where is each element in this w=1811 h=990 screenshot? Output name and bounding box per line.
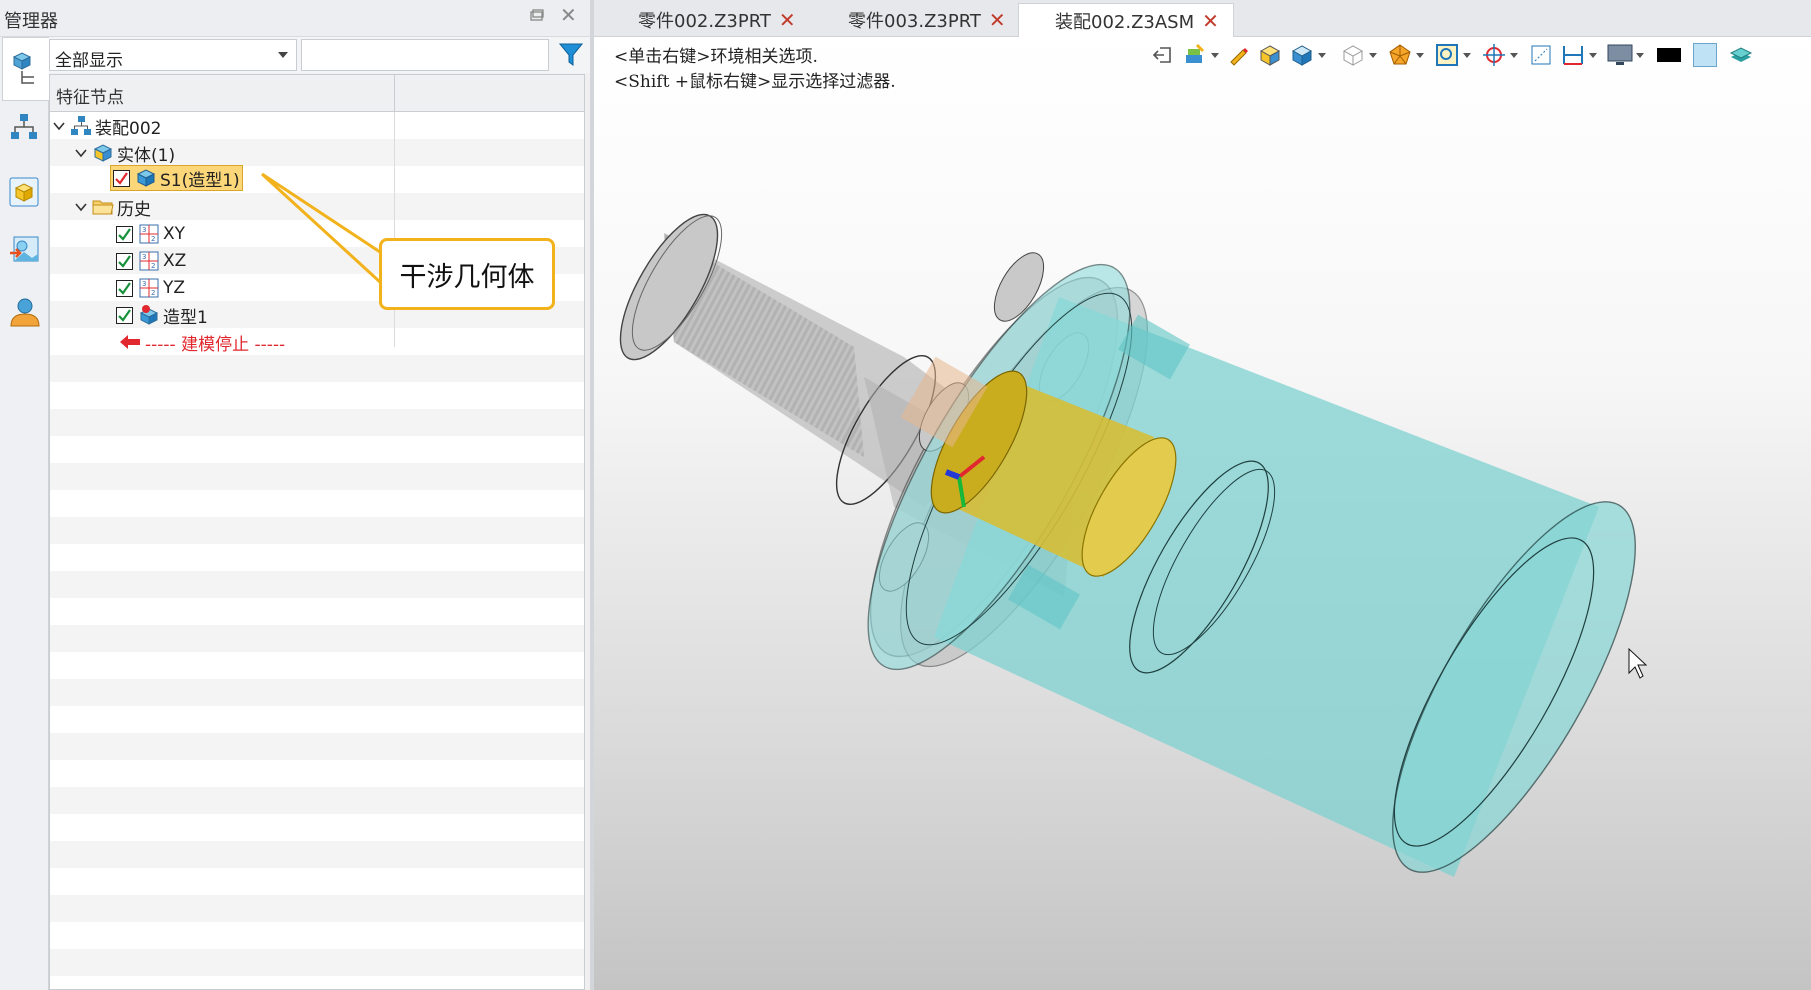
close-icon[interactable]: ✕ (989, 10, 1006, 30)
zoom-fit-button[interactable] (1434, 42, 1460, 68)
close-icon[interactable]: ✕ (779, 10, 796, 30)
tree-node-modeling-stop[interactable]: ----- 建模停止 ----- (116, 330, 286, 355)
view-cube-button[interactable] (1289, 42, 1315, 68)
assembly-3d-scene[interactable] (594, 37, 1811, 990)
tab-label: 零件003.Z3PRT (848, 11, 981, 32)
pick-target-button[interactable] (1481, 42, 1507, 68)
blue-cube-icon (1291, 45, 1313, 66)
layers-button[interactable] (1728, 42, 1754, 68)
black-swatch-icon (1657, 48, 1681, 62)
mouse-cursor-icon (1628, 647, 1648, 679)
layers-icon (1729, 47, 1753, 62)
tab-label: 零件002.Z3PRT (638, 11, 771, 32)
pencil-button[interactable] (1225, 42, 1251, 68)
pencil-icon (1230, 48, 1248, 66)
chevron-down-icon[interactable] (1416, 52, 1424, 58)
wireframe-cube-icon (1342, 45, 1364, 66)
modeling-stop-label: ----- 建模停止 ----- (145, 334, 286, 355)
layer-paint-icon (1186, 43, 1205, 63)
tab-label: 装配002.Z3ASM (1055, 12, 1195, 33)
callout-text: 干涉几何体 (399, 261, 535, 293)
document-tabbar: 零件002.Z3PRT ✕ 零件003.Z3PRT ✕ 装配002.Z3ASM … (594, 0, 1811, 38)
background-blue-button[interactable] (1692, 42, 1718, 68)
section-view-button[interactable] (1528, 42, 1554, 68)
hint-shift-right-click: <Shift +鼠标右键>显示选择过滤器. (614, 72, 896, 92)
hint-right-click: <单击右键>环境相关选项. (614, 47, 818, 67)
ruler-icon (1563, 46, 1583, 65)
light-blue-swatch-icon (1693, 43, 1717, 67)
polyhedron-icon (1389, 44, 1411, 65)
measure-button[interactable] (1560, 42, 1586, 68)
close-icon[interactable]: ✕ (1202, 11, 1219, 31)
monitor-icon (1607, 44, 1633, 65)
cyan-housing[interactable] (822, 232, 1680, 904)
render-mode-button[interactable] (1387, 42, 1413, 68)
display-button[interactable] (1607, 42, 1633, 68)
arrow-left-icon (120, 335, 140, 349)
chevron-down-icon[interactable] (1636, 52, 1644, 58)
chevron-down-icon[interactable] (1318, 52, 1326, 58)
shaded-view-button[interactable] (1257, 42, 1283, 68)
chevron-down-icon[interactable] (1211, 52, 1219, 58)
exit-icon (1152, 47, 1171, 63)
chevron-down-icon[interactable] (1463, 52, 1471, 58)
chevron-down-icon[interactable] (1369, 52, 1377, 58)
tab-assembly-002[interactable]: 装配002.Z3ASM ✕ (1018, 3, 1234, 38)
chevron-down-icon[interactable] (1589, 52, 1597, 58)
tab-part-002[interactable]: 零件002.Z3PRT ✕ (638, 4, 796, 36)
layer-button[interactable] (1182, 42, 1208, 68)
section-icon (1531, 45, 1551, 65)
crosshair-icon (1483, 44, 1505, 66)
graphics-viewport[interactable]: <单击右键>环境相关选项. <Shift +鼠标右键>显示选择过滤器. (594, 37, 1811, 990)
chevron-down-icon[interactable] (1510, 52, 1518, 58)
background-black-button[interactable] (1656, 42, 1682, 68)
wireframe-button[interactable] (1340, 42, 1366, 68)
zoom-fit-icon (1436, 44, 1458, 66)
view-toolbar (1144, 37, 1754, 73)
callout-box: 干涉几何体 (379, 238, 555, 310)
shaded-cube-icon (1259, 45, 1281, 66)
tab-part-003[interactable]: 零件003.Z3PRT ✕ (848, 4, 1006, 36)
exit-button[interactable] (1150, 42, 1176, 68)
